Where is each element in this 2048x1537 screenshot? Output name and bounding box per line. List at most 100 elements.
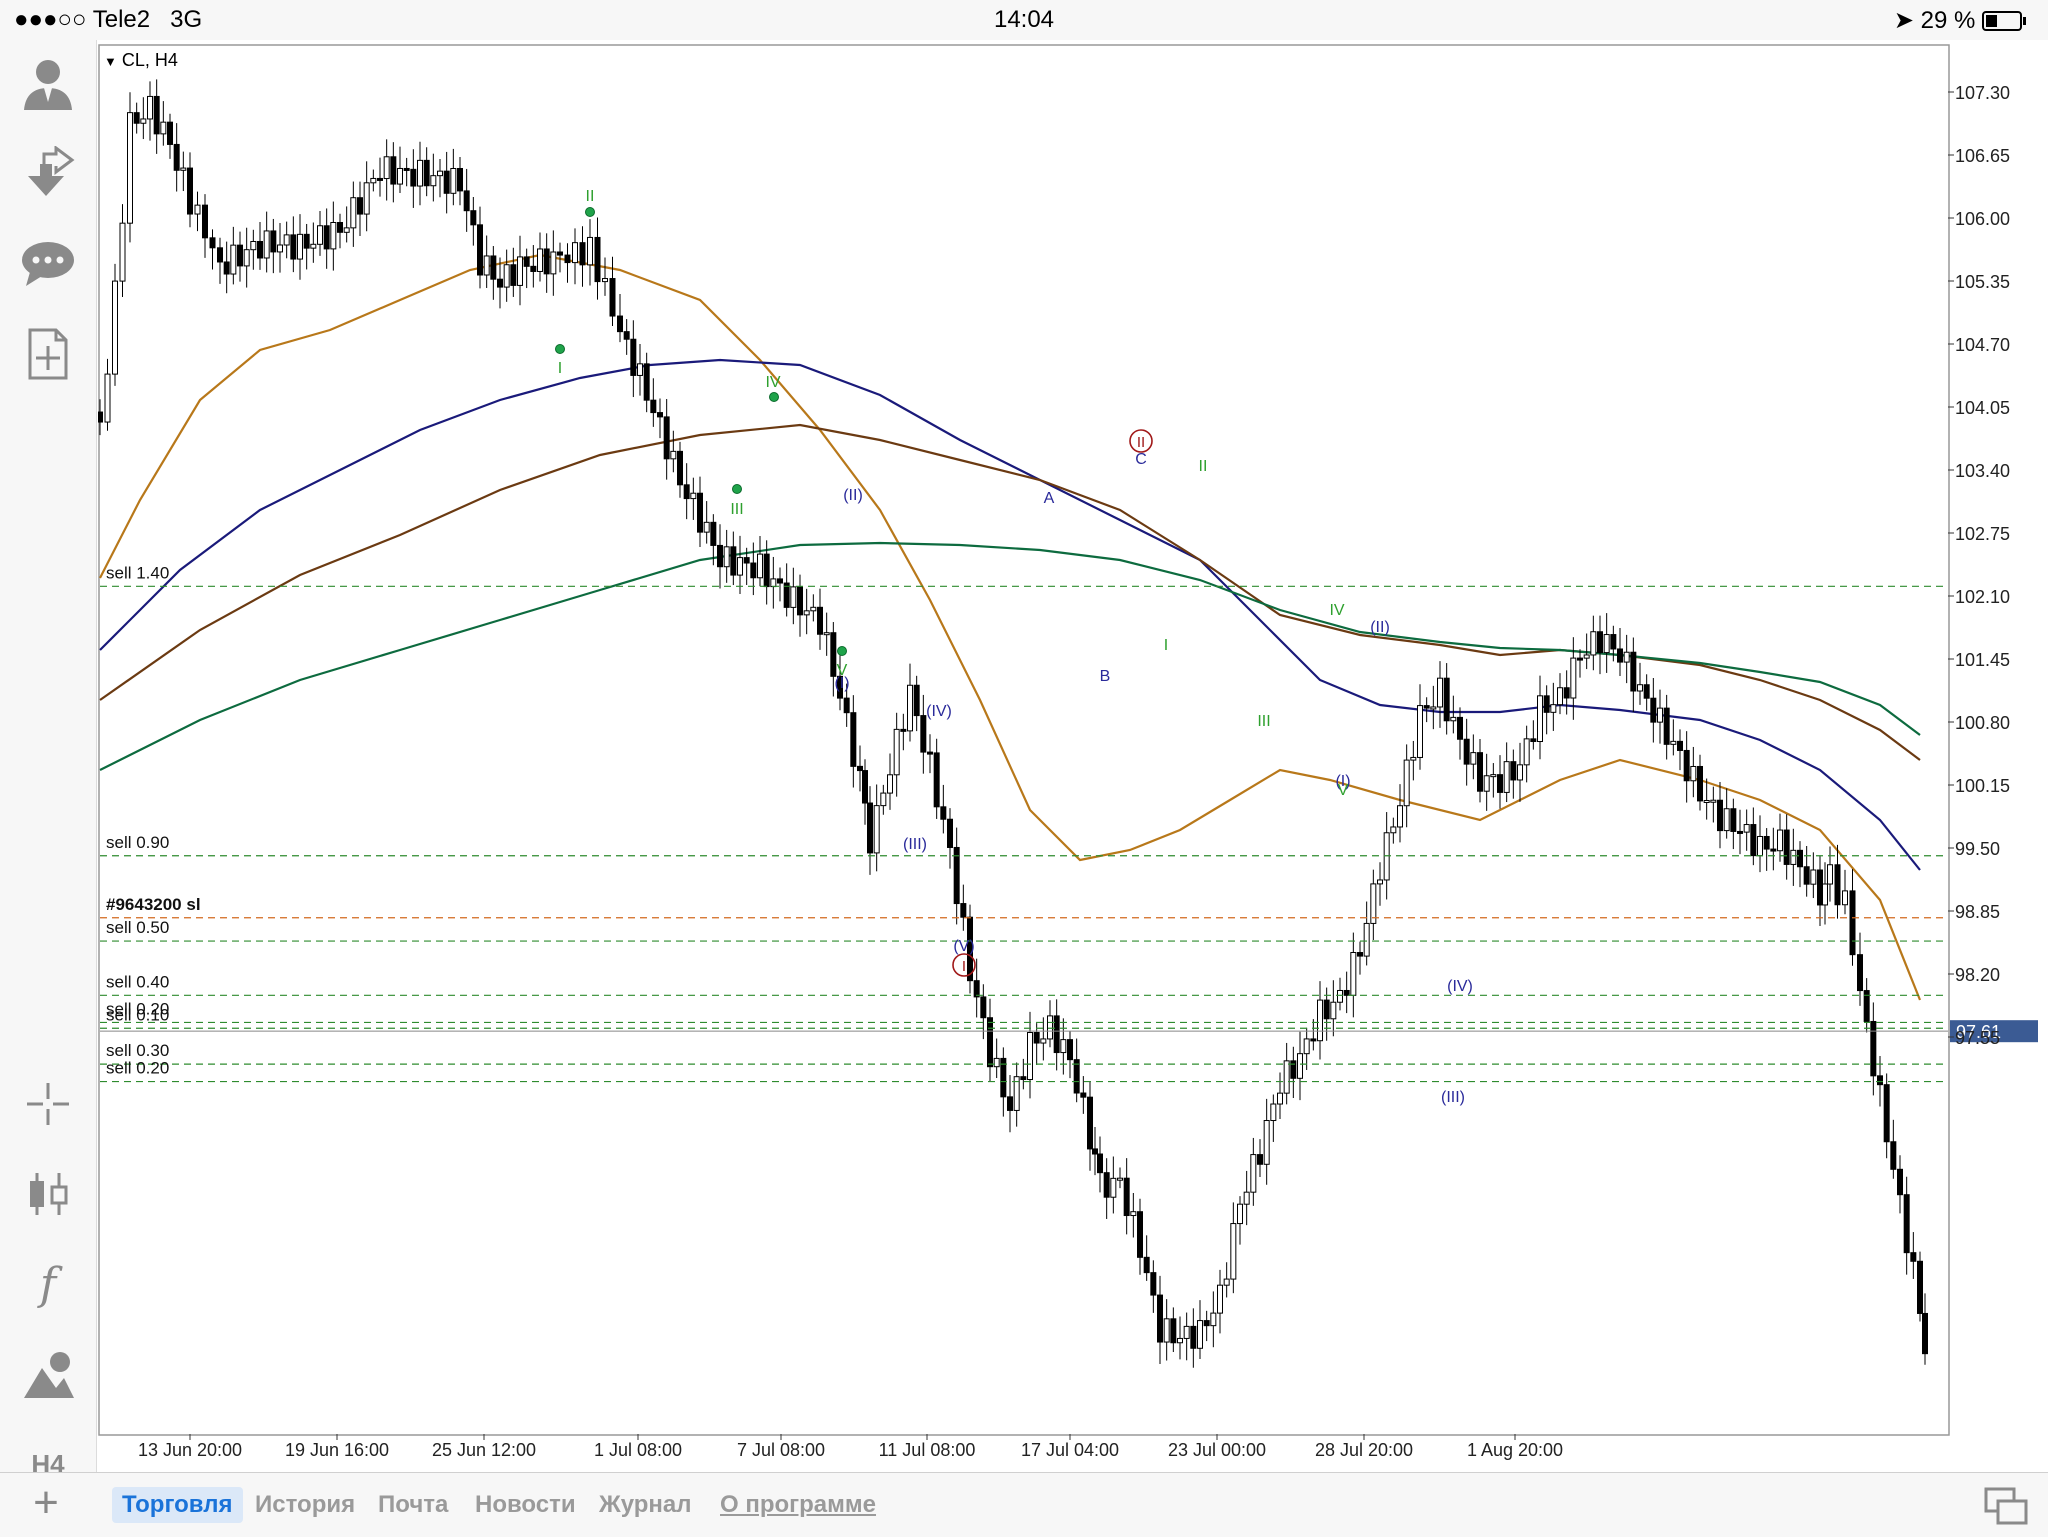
candle-body <box>1670 740 1677 745</box>
candle-body <box>1097 1153 1103 1174</box>
candle-body <box>594 236 601 283</box>
candle-body <box>717 544 723 568</box>
candle-body <box>1623 651 1630 663</box>
candle-body <box>677 450 683 486</box>
candle-body <box>650 399 657 414</box>
candle-body <box>1603 634 1610 654</box>
account-icon[interactable] <box>18 54 78 114</box>
chat-icon[interactable] <box>18 234 78 294</box>
candle-body <box>430 175 437 187</box>
candle-body <box>1443 677 1450 722</box>
objects-icon[interactable] <box>18 1344 78 1404</box>
time-label: 1 Jul 08:00 <box>594 1440 682 1460</box>
candle-body <box>1377 879 1383 885</box>
candle-body <box>750 562 757 579</box>
candle-body <box>133 112 140 124</box>
candle-body <box>1690 765 1697 782</box>
candle-body <box>1223 1278 1230 1286</box>
new-order-icon[interactable] <box>18 324 78 384</box>
candle-body <box>323 225 330 250</box>
candle-body <box>630 338 637 376</box>
wave-label: (V) <box>953 938 974 955</box>
price-label: 106.65 <box>1955 146 2010 166</box>
candle-body <box>1020 1076 1027 1081</box>
candle-body <box>1677 740 1683 751</box>
price-label: 100.80 <box>1955 713 2010 733</box>
clock: 14:04 <box>993 6 1055 33</box>
wave-dot <box>732 484 742 494</box>
candle-body <box>1803 866 1810 885</box>
candle-body <box>1027 1032 1033 1081</box>
price-label: 103.40 <box>1955 461 2010 481</box>
candle-body <box>1922 1312 1928 1355</box>
candle-body <box>490 255 497 280</box>
candle-body <box>1450 716 1457 722</box>
candle-body <box>1470 752 1477 765</box>
order-label: sell 0.30 <box>106 1041 169 1060</box>
tab-about[interactable]: О программе <box>710 1487 886 1523</box>
candle-body <box>1630 651 1637 692</box>
price-label: 98.85 <box>1955 902 2000 922</box>
candle-body <box>1537 695 1543 743</box>
candle-body <box>187 167 193 215</box>
exchange-icon[interactable] <box>18 144 78 204</box>
tab-journal[interactable]: Журнал <box>589 1487 701 1523</box>
wave-label: III <box>1257 713 1270 730</box>
order-label: sell 0.50 <box>106 918 169 937</box>
candle-body <box>523 256 530 267</box>
wave-label: (III) <box>903 836 927 853</box>
tab-mail[interactable]: Почта <box>368 1487 458 1523</box>
candle-body <box>880 792 887 807</box>
window-icon[interactable] <box>1984 1487 2028 1525</box>
candle-body <box>1637 684 1643 692</box>
wave-label: V <box>1338 782 1349 799</box>
candle-body <box>790 586 797 608</box>
candle-body <box>230 244 237 275</box>
indicator-icon[interactable]: f <box>18 1254 78 1314</box>
candle-body <box>1770 848 1777 852</box>
price-chart[interactable]: 97.61sell 1.40sell 0.90#9643200 slsell 0… <box>97 44 2048 1472</box>
candle-body <box>202 204 208 239</box>
candle-type-icon[interactable] <box>18 1164 78 1224</box>
candle-body <box>1170 1318 1177 1344</box>
candle-body <box>1143 1256 1150 1274</box>
candle-body <box>1870 1020 1877 1077</box>
candle-body <box>843 697 850 714</box>
price-label: 107.30 <box>1955 83 2010 103</box>
candle-body <box>297 233 303 260</box>
candle-body <box>757 553 763 579</box>
candle-body <box>980 996 987 1019</box>
candle-body <box>463 190 470 212</box>
time-label: 25 Jun 12:00 <box>432 1440 536 1460</box>
candle-body <box>1430 706 1437 710</box>
candle-body <box>237 244 243 267</box>
candle-body <box>823 632 830 636</box>
candle-body <box>697 492 703 533</box>
wave-label: (I) <box>834 675 849 692</box>
candle-body <box>1203 1320 1210 1327</box>
candle-body <box>973 980 980 998</box>
candle-body <box>1230 1223 1237 1280</box>
candle-body <box>803 610 810 616</box>
status-bar: ●●●○○ Tele2 3G 14:04 ➤ 29 % <box>0 0 2048 40</box>
candle-body <box>1410 756 1417 761</box>
candle-body <box>602 278 608 283</box>
wave-label: IV <box>1329 602 1344 619</box>
crosshair-icon[interactable] <box>18 1074 78 1134</box>
price-label: 102.75 <box>1955 524 2010 544</box>
time-label: 11 Jul 08:00 <box>879 1440 976 1460</box>
candle-body <box>1503 761 1510 793</box>
symbol-label[interactable]: ▼ CL, H4 <box>104 50 178 71</box>
tab-history[interactable]: История <box>245 1487 365 1523</box>
candle-body <box>1497 774 1503 793</box>
candle-body <box>1270 1103 1277 1122</box>
tab-news[interactable]: Новости <box>465 1487 586 1523</box>
wave-label: IV <box>765 374 780 391</box>
candle-body <box>1557 687 1563 706</box>
chart-area[interactable]: 97.61 sell 1.40 sell 0.90 #9643200 sl sell 0… <box>97 44 2048 1472</box>
tab-trade[interactable]: Торговля <box>112 1487 243 1523</box>
bottom-tab-bar: + Торговля История Почта Новости Журнал … <box>0 1472 2048 1537</box>
candle-body <box>572 242 578 264</box>
add-icon[interactable]: + <box>22 1481 70 1527</box>
candle-body <box>617 315 623 333</box>
